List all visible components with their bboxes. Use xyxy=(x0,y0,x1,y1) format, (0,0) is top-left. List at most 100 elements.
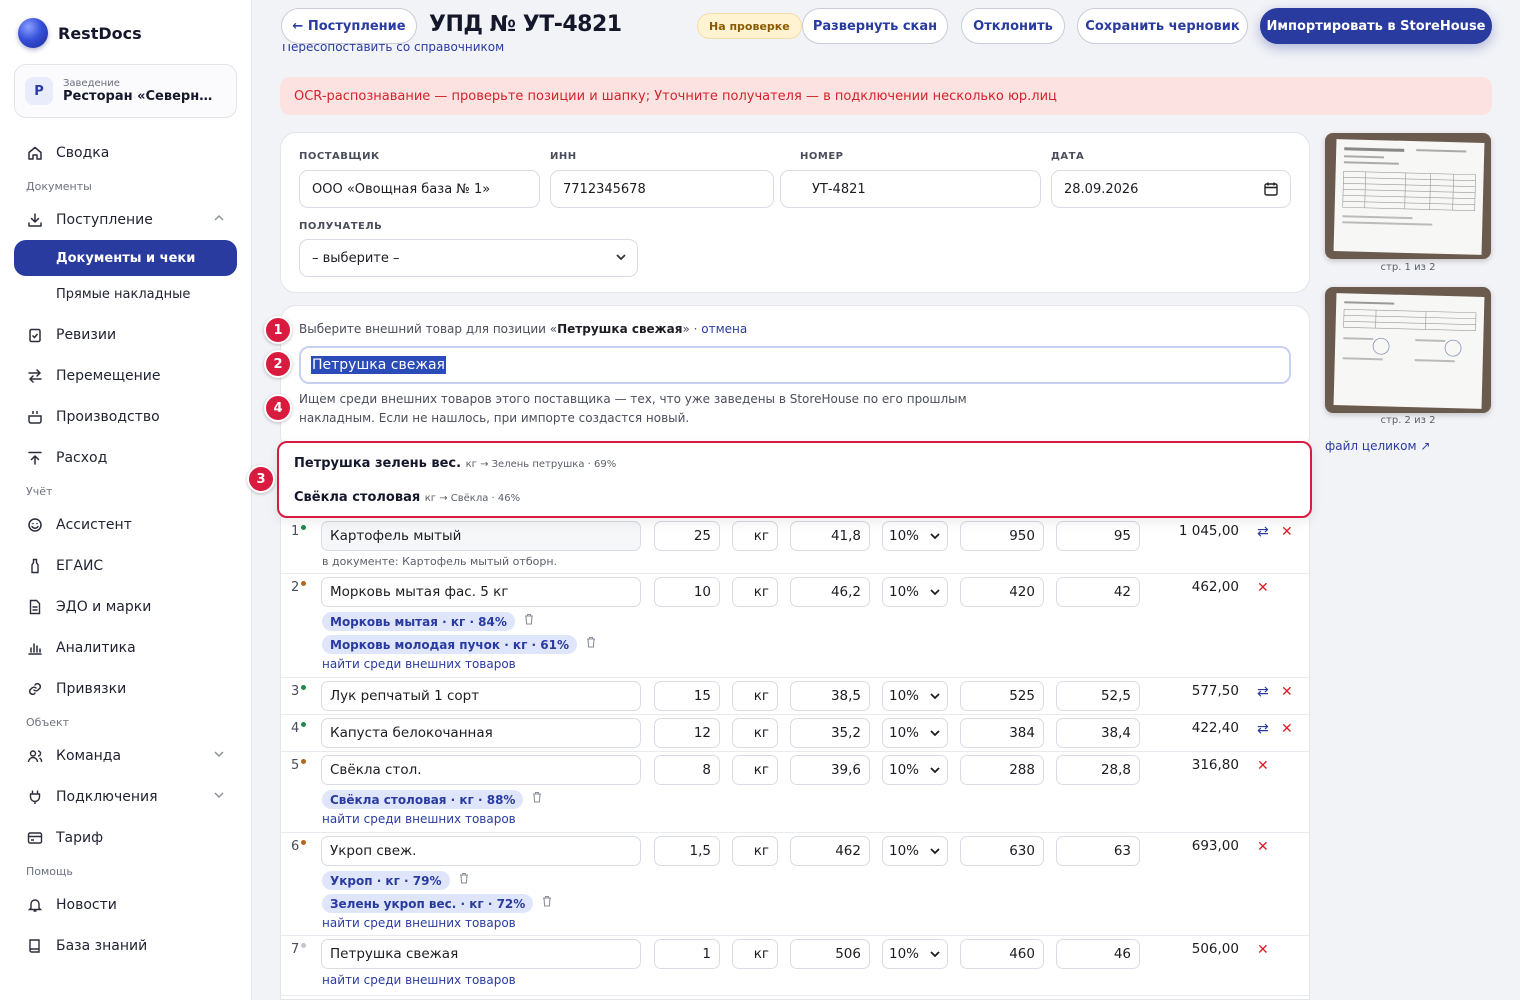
qty-input[interactable]: 12 xyxy=(654,718,720,748)
find-external-link[interactable]: найти среди внешних товаров xyxy=(322,973,516,987)
price-input[interactable]: 462 xyxy=(790,836,870,866)
date-field[interactable]: 28.09.2026 xyxy=(1051,170,1291,208)
qty-input[interactable]: 1,5 xyxy=(654,836,720,866)
sum-input[interactable]: 630 xyxy=(960,836,1044,866)
nav-connections[interactable]: Подключения xyxy=(14,776,237,817)
trash-icon[interactable] xyxy=(532,791,542,806)
match-chip[interactable]: Морковь молодая пучок · кг · 61% xyxy=(322,635,577,654)
inn-field[interactable]: 7712345678 xyxy=(550,170,774,208)
sum-input[interactable]: 950 xyxy=(960,521,1044,551)
nav-production[interactable]: Производство xyxy=(14,396,237,437)
find-external-link[interactable]: найти среди внешних товаров xyxy=(322,916,516,930)
sum-input[interactable]: 460 xyxy=(960,939,1044,969)
scan-preview-page-2[interactable] xyxy=(1325,287,1491,413)
vat-sum-input[interactable]: 52,5 xyxy=(1056,681,1140,711)
nav-kb[interactable]: База знаний xyxy=(14,925,237,966)
expand-scan-button[interactable]: Развернуть скан xyxy=(802,8,948,44)
brand[interactable]: RestDocs xyxy=(18,18,142,48)
match-chip[interactable]: Свёкла столовая · кг · 88% xyxy=(322,790,524,809)
delete-icon[interactable]: ✕ xyxy=(1281,524,1293,540)
qty-input[interactable]: 8 xyxy=(654,755,720,785)
trash-icon[interactable] xyxy=(459,872,469,887)
vat-sum-input[interactable]: 63 xyxy=(1056,836,1140,866)
swap-icon[interactable]: ⇄ xyxy=(1257,524,1269,540)
match-chip[interactable]: Зелень укроп вес. · кг · 72% xyxy=(322,894,534,913)
nav-team[interactable]: Команда xyxy=(14,735,237,776)
back-button[interactable]: ← Поступление xyxy=(281,8,417,44)
nav-transfer[interactable]: Перемещение xyxy=(14,355,237,396)
recipient-select[interactable]: – выберите – xyxy=(299,239,638,277)
vat-select[interactable]: 10% xyxy=(882,577,948,607)
price-input[interactable]: 38,5 xyxy=(790,681,870,711)
item-name-input[interactable]: Свёкла стол. xyxy=(321,755,641,785)
number-field[interactable]: УТ-4821 xyxy=(780,170,1041,208)
delete-icon[interactable]: ✕ xyxy=(1257,942,1269,958)
unit-input[interactable]: кг xyxy=(732,836,778,866)
vat-sum-input[interactable]: 42 xyxy=(1056,577,1140,607)
cancel-link[interactable]: отмена xyxy=(701,322,747,336)
qty-input[interactable]: 1 xyxy=(654,939,720,969)
save-draft-button[interactable]: Сохранить черновик xyxy=(1077,8,1248,44)
nav-bindings[interactable]: Привязки xyxy=(14,668,237,709)
item-name-input[interactable]: Морковь мытая фас. 5 кг xyxy=(321,577,641,607)
item-name-input[interactable]: Лук репчатый 1 сорт xyxy=(321,681,641,711)
unit-input[interactable]: кг xyxy=(732,755,778,785)
swap-icon[interactable]: ⇄ xyxy=(1257,721,1269,737)
vat-select[interactable]: 10% xyxy=(882,755,948,785)
item-name-input[interactable]: Петрушка свежая xyxy=(321,939,641,969)
vat-sum-input[interactable]: 46 xyxy=(1056,939,1140,969)
vat-select[interactable]: 10% xyxy=(882,681,948,711)
match-chip[interactable]: Укроп · кг · 79% xyxy=(322,871,450,890)
import-button[interactable]: Импортировать в StoreHouse xyxy=(1260,8,1492,44)
nav-sub-direct[interactable]: Прямые накладные xyxy=(14,276,237,312)
unit-input[interactable]: кг xyxy=(732,718,778,748)
nav-egais[interactable]: ЕГАИС xyxy=(14,545,237,586)
delete-icon[interactable]: ✕ xyxy=(1281,684,1293,700)
find-external-link[interactable]: найти среди внешних товаров xyxy=(322,812,516,826)
nav-revisions[interactable]: Ревизии xyxy=(14,314,237,355)
external-product-search-input[interactable]: Петрушка свежая xyxy=(299,346,1291,384)
nav-expense[interactable]: Расход xyxy=(14,437,237,478)
rematch-link[interactable]: Пересопоставить со справочником xyxy=(282,44,504,53)
calendar-icon[interactable] xyxy=(1264,182,1278,200)
vat-sum-input[interactable]: 28,8 xyxy=(1056,755,1140,785)
unit-input[interactable]: кг xyxy=(732,939,778,969)
sum-input[interactable]: 384 xyxy=(960,718,1044,748)
vat-select[interactable]: 10% xyxy=(882,521,948,551)
nav-assistant[interactable]: Ассистент xyxy=(14,504,237,545)
unit-input[interactable]: кг xyxy=(732,521,778,551)
qty-input[interactable]: 25 xyxy=(654,521,720,551)
sum-input[interactable]: 420 xyxy=(960,577,1044,607)
suggestion-item[interactable]: Свёкла столовая кг → Свёкла · 46% xyxy=(294,490,520,505)
nav-analytics[interactable]: Аналитика xyxy=(14,627,237,668)
delete-icon[interactable]: ✕ xyxy=(1257,758,1269,774)
qty-input[interactable]: 15 xyxy=(654,681,720,711)
sum-input[interactable]: 525 xyxy=(960,681,1044,711)
venue-selector[interactable]: Р Заведение Ресторан «Северный … xyxy=(14,64,237,118)
nav-incoming[interactable]: Поступление xyxy=(14,199,237,240)
delete-icon[interactable]: ✕ xyxy=(1257,839,1269,855)
match-chip[interactable]: Морковь мытая · кг · 84% xyxy=(322,612,515,631)
price-input[interactable]: 35,2 xyxy=(790,718,870,748)
trash-icon[interactable] xyxy=(524,613,534,628)
delete-icon[interactable]: ✕ xyxy=(1281,721,1293,737)
trash-icon[interactable] xyxy=(586,636,596,651)
price-input[interactable]: 46,2 xyxy=(790,577,870,607)
supplier-field[interactable]: ООО «Овощная база № 1» xyxy=(299,170,540,208)
nav-edo[interactable]: ЭДО и марки xyxy=(14,586,237,627)
delete-icon[interactable]: ✕ xyxy=(1257,580,1269,596)
item-name-input[interactable]: Капуста белокочанная xyxy=(321,718,641,748)
unit-input[interactable]: кг xyxy=(732,681,778,711)
vat-select[interactable]: 10% xyxy=(882,836,948,866)
reject-button[interactable]: Отклонить xyxy=(961,8,1065,44)
nav-sub-docs[interactable]: Документы и чеки xyxy=(14,240,237,276)
price-input[interactable]: 41,8 xyxy=(790,521,870,551)
item-name-input[interactable]: Картофель мытый xyxy=(321,521,641,551)
price-input[interactable]: 506 xyxy=(790,939,870,969)
vat-select[interactable]: 10% xyxy=(882,718,948,748)
nav-tariff[interactable]: Тариф xyxy=(14,817,237,858)
full-file-link[interactable]: файл целиком ↗ xyxy=(1325,439,1430,453)
suggestion-item[interactable]: Петрушка зелень вес. кг → Зелень петрушк… xyxy=(294,456,616,471)
trash-icon[interactable] xyxy=(542,895,552,910)
find-external-link[interactable]: найти среди внешних товаров xyxy=(322,657,516,671)
